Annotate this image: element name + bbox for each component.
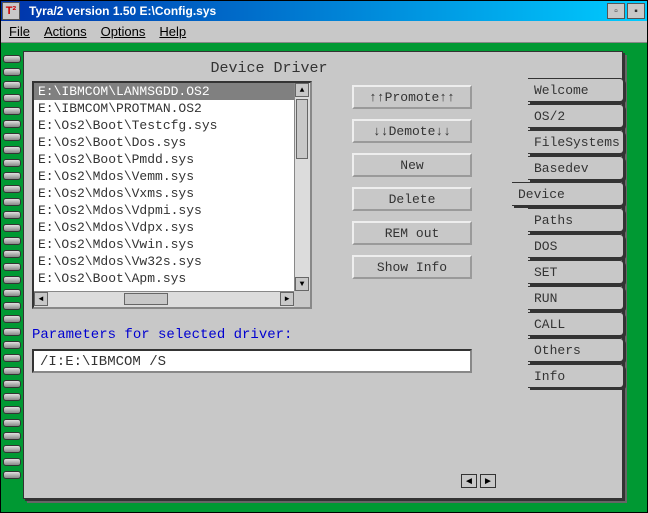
driver-listbox[interactable]: E:\IBMCOM\LANMSGDD.OS2E:\IBMCOM\PROTMAN.… [32, 81, 312, 309]
tab-set[interactable]: SET [528, 260, 624, 284]
notebook-tabs: WelcomeOS/2FileSystemsBasedevDevicePaths… [528, 78, 624, 390]
remout-button[interactable]: REM out [352, 221, 472, 245]
tab-dos[interactable]: DOS [528, 234, 624, 258]
list-item[interactable]: E:\Os2\Mdos\Vxms.sys [34, 185, 294, 202]
tab-info[interactable]: Info [528, 364, 624, 388]
tab-others[interactable]: Others [528, 338, 624, 362]
main-window: T² Tyra/2 version 1.50 E:\Config.sys ▫ ▪… [0, 0, 648, 513]
menu-file[interactable]: File [9, 24, 30, 39]
tab-os2[interactable]: OS/2 [528, 104, 624, 128]
demote-button[interactable]: ↓↓Demote↓↓ [352, 119, 472, 143]
params-input[interactable]: /I:E:\IBMCOM /S [32, 349, 472, 373]
new-button[interactable]: New [352, 153, 472, 177]
menu-options[interactable]: Options [101, 24, 146, 39]
scroll-right-button[interactable]: ► [280, 292, 294, 306]
vertical-scrollbar[interactable]: ▲ ▼ [294, 83, 310, 291]
menu-help[interactable]: Help [159, 24, 186, 39]
list-item[interactable]: E:\Os2\Mdos\Vwin.sys [34, 236, 294, 253]
scroll-corner [294, 291, 310, 307]
list-item[interactable]: E:\Os2\Mdos\Vdpx.sys [34, 219, 294, 236]
tab-paths[interactable]: Paths [528, 208, 624, 232]
scroll-up-button[interactable]: ▲ [295, 83, 309, 97]
system-menu-icon[interactable]: T² [2, 2, 20, 20]
spiral-binding [1, 55, 19, 479]
horizontal-scrollbar[interactable]: ◄ ► [34, 291, 294, 307]
list-item[interactable]: E:\Os2\Boot\Testcfg.sys [34, 117, 294, 134]
scroll-left-button[interactable]: ◄ [34, 292, 48, 306]
tab-run[interactable]: RUN [528, 286, 624, 310]
params-label: Parameters for selected driver: [32, 327, 506, 343]
notebook: Device Driver E:\IBMCOM\LANMSGDD.OS2E:\I… [23, 51, 623, 499]
showinfo-button[interactable]: Show Info [352, 255, 472, 279]
list-item[interactable]: E:\IBMCOM\PROTMAN.OS2 [34, 100, 294, 117]
menubar: File Actions Options Help [1, 21, 647, 43]
promote-button[interactable]: ↑↑Promote↑↑ [352, 85, 472, 109]
list-item[interactable]: E:\Os2\Mdos\Vdpmi.sys [34, 202, 294, 219]
page-next-button[interactable]: ► [480, 474, 496, 488]
minimize-button[interactable]: ▪ [627, 3, 645, 19]
menu-actions[interactable]: Actions [44, 24, 87, 39]
delete-button[interactable]: Delete [352, 187, 472, 211]
list-item[interactable]: E:\Os2\Boot\Apm.sys [34, 270, 294, 287]
hscroll-thumb[interactable] [124, 293, 168, 305]
window-title: Tyra/2 version 1.50 E:\Config.sys [29, 4, 216, 18]
list-item[interactable]: E:\Os2\Boot\Pmdd.sys [34, 151, 294, 168]
list-item[interactable]: E:\Os2\Mdos\Vemm.sys [34, 168, 294, 185]
tab-basedev[interactable]: Basedev [528, 156, 624, 180]
list-item[interactable]: E:\Os2\Mdos\Vw32s.sys [34, 253, 294, 270]
page-title: Device Driver [24, 52, 514, 81]
tab-filesystems[interactable]: FileSystems [528, 130, 624, 154]
page-prev-button[interactable]: ◄ [461, 474, 477, 488]
list-item[interactable]: E:\IBMCOM\LANMSGDD.OS2 [34, 83, 294, 100]
tab-device[interactable]: Device [512, 182, 624, 206]
tab-call[interactable]: CALL [528, 312, 624, 336]
vscroll-thumb[interactable] [296, 99, 308, 159]
titlebar[interactable]: T² Tyra/2 version 1.50 E:\Config.sys ▫ ▪ [1, 1, 647, 21]
list-item[interactable]: E:\Os2\Boot\Dos.sys [34, 134, 294, 151]
tab-welcome[interactable]: Welcome [528, 78, 624, 102]
client-area: Device Driver E:\IBMCOM\LANMSGDD.OS2E:\I… [1, 43, 647, 512]
scroll-down-button[interactable]: ▼ [295, 277, 309, 291]
maximize-button[interactable]: ▫ [607, 3, 625, 19]
